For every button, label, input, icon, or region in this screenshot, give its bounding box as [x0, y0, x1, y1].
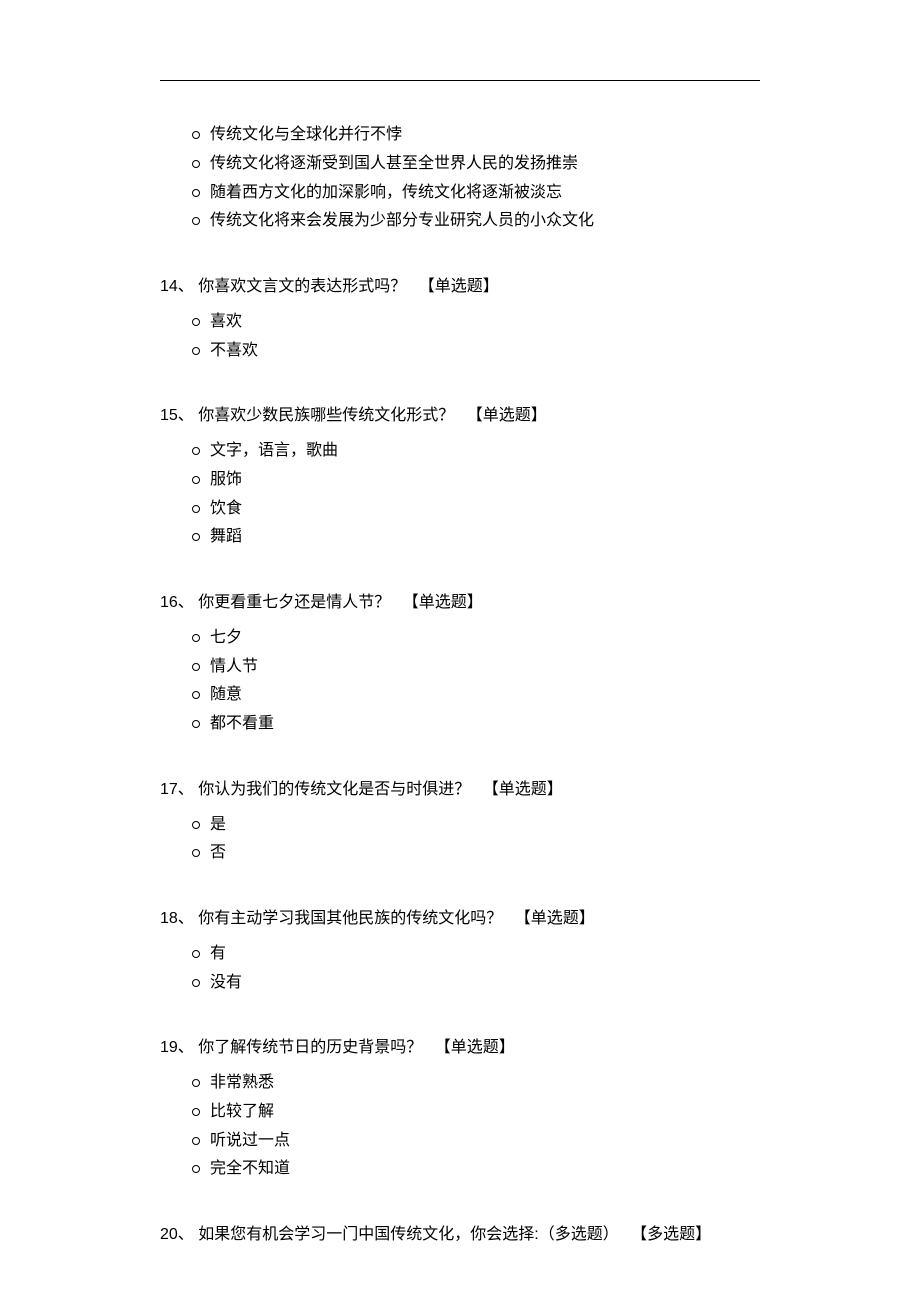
- question-number: 20、: [160, 1226, 194, 1243]
- option-item[interactable]: 否: [188, 839, 760, 868]
- question-text: 如果您有机会学习一门中国传统文化，你会选择:（多选题）: [198, 1226, 618, 1243]
- question-type-tag: 【多选题】: [631, 1226, 711, 1243]
- option-item[interactable]: 传统文化与全球化并行不悖: [188, 121, 760, 150]
- option-item[interactable]: 舞蹈: [188, 523, 760, 552]
- question-block-15: 15、 你喜欢少数民族哪些传统文化形式？ 【单选题】: [160, 403, 760, 429]
- question-text: 你了解传统节日的历史背景吗？: [198, 1039, 422, 1056]
- options-list-13: 传统文化与全球化并行不悖 传统文化将逐渐受到国人甚至全世界人民的发扬推崇 随着西…: [188, 121, 760, 236]
- question-number: 19、: [160, 1039, 194, 1056]
- question-type-tag: 【单选题】: [419, 278, 499, 295]
- question-block-16: 16、 你更看重七夕还是情人节？ 【单选题】: [160, 590, 760, 616]
- question-text: 你有主动学习我国其他民族的传统文化吗？: [198, 910, 502, 927]
- question-number: 16、: [160, 594, 194, 611]
- option-item[interactable]: 有: [188, 940, 760, 969]
- options-list-18: 有 没有: [188, 940, 760, 998]
- question-block-17: 17、 你认为我们的传统文化是否与时俱进？ 【单选题】: [160, 777, 760, 803]
- options-list-17: 是 否: [188, 811, 760, 869]
- options-list-19: 非常熟悉 比较了解 听说过一点 完全不知道: [188, 1069, 760, 1184]
- question-block-13: 传统文化与全球化并行不悖 传统文化将逐渐受到国人甚至全世界人民的发扬推崇 随着西…: [160, 121, 760, 236]
- question-number: 17、: [160, 781, 194, 798]
- question-type-tag: 【单选题】: [435, 1039, 515, 1056]
- option-item[interactable]: 都不看重: [188, 710, 760, 739]
- option-item[interactable]: 是: [188, 811, 760, 840]
- question-type-tag: 【单选题】: [483, 781, 563, 798]
- options-list-14: 喜欢 不喜欢: [188, 308, 760, 366]
- question-type-tag: 【单选题】: [403, 594, 483, 611]
- option-item[interactable]: 七夕: [188, 624, 760, 653]
- question-block-19: 19、 你了解传统节日的历史背景吗？ 【单选题】: [160, 1035, 760, 1061]
- question-number: 18、: [160, 910, 194, 927]
- question-block-14: 14、 你喜欢文言文的表达形式吗？ 【单选题】: [160, 274, 760, 300]
- option-item[interactable]: 文字，语言，歌曲: [188, 437, 760, 466]
- option-item[interactable]: 随着西方文化的加深影响，传统文化将逐渐被淡忘: [188, 179, 760, 208]
- option-item[interactable]: 饮食: [188, 495, 760, 524]
- option-item[interactable]: 听说过一点: [188, 1127, 760, 1156]
- question-text: 你喜欢少数民族哪些传统文化形式？: [198, 407, 454, 424]
- options-list-15: 文字，语言，歌曲 服饰 饮食 舞蹈: [188, 437, 760, 552]
- option-item[interactable]: 完全不知道: [188, 1155, 760, 1184]
- options-list-16: 七夕 情人节 随意 都不看重: [188, 624, 760, 739]
- option-item[interactable]: 传统文化将来会发展为少部分专业研究人员的小众文化: [188, 207, 760, 236]
- option-item[interactable]: 不喜欢: [188, 337, 760, 366]
- option-item[interactable]: 随意: [188, 681, 760, 710]
- question-number: 14、: [160, 278, 194, 295]
- question-block-20: 20、 如果您有机会学习一门中国传统文化，你会选择:（多选题） 【多选题】: [160, 1222, 760, 1248]
- page-content: 传统文化与全球化并行不悖 传统文化将逐渐受到国人甚至全世界人民的发扬推崇 随着西…: [0, 0, 920, 1314]
- option-item[interactable]: 传统文化将逐渐受到国人甚至全世界人民的发扬推崇: [188, 150, 760, 179]
- option-item[interactable]: 比较了解: [188, 1098, 760, 1127]
- option-item[interactable]: 没有: [188, 969, 760, 998]
- question-text: 你喜欢文言文的表达形式吗？: [198, 278, 406, 295]
- option-item[interactable]: 情人节: [188, 653, 760, 682]
- question-number: 15、: [160, 407, 194, 424]
- question-text: 你更看重七夕还是情人节？: [198, 594, 390, 611]
- option-item[interactable]: 喜欢: [188, 308, 760, 337]
- option-item[interactable]: 服饰: [188, 466, 760, 495]
- option-item[interactable]: 非常熟悉: [188, 1069, 760, 1098]
- question-block-18: 18、 你有主动学习我国其他民族的传统文化吗？ 【单选题】: [160, 906, 760, 932]
- question-type-tag: 【单选题】: [515, 910, 595, 927]
- top-rule: [160, 80, 760, 81]
- question-type-tag: 【单选题】: [467, 407, 547, 424]
- question-text: 你认为我们的传统文化是否与时俱进？: [198, 781, 470, 798]
